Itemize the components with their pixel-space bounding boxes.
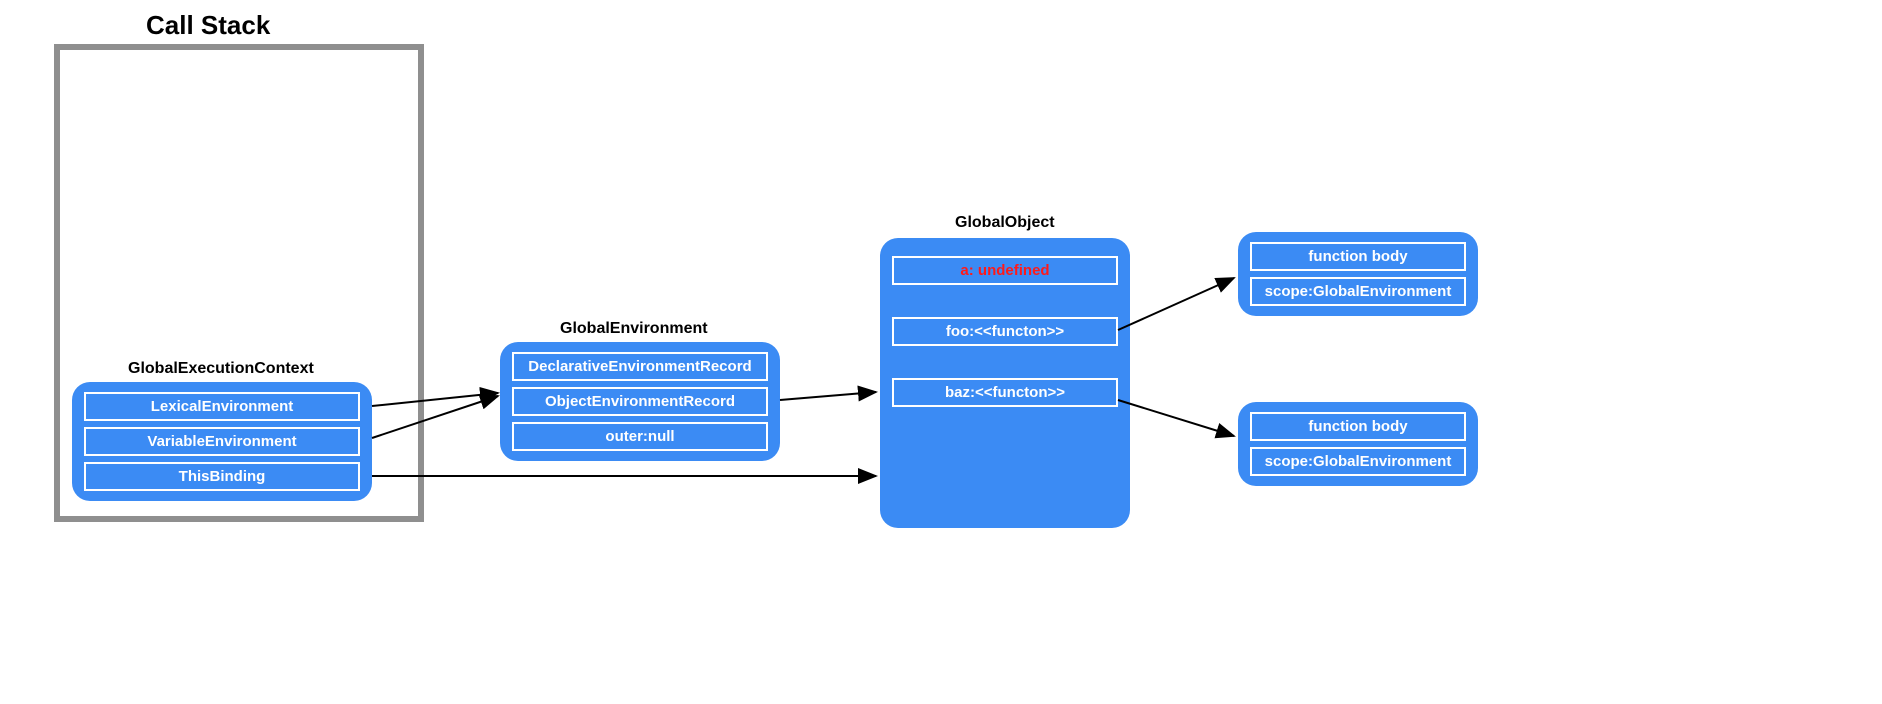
ge-der: DeclarativeEnvironmentRecord bbox=[512, 352, 768, 381]
fn2-body: function body bbox=[1250, 412, 1466, 441]
fn1-scope: scope:GlobalEnvironment bbox=[1250, 277, 1466, 306]
gec-lexical: LexicalEnvironment bbox=[84, 392, 360, 421]
gec-box: LexicalEnvironment VariableEnvironment T… bbox=[72, 382, 372, 501]
go-baz: baz:<<functon>> bbox=[892, 378, 1118, 407]
ge-heading: GlobalEnvironment bbox=[560, 320, 708, 338]
fn1-body: function body bbox=[1250, 242, 1466, 271]
ge-oer: ObjectEnvironmentRecord bbox=[512, 387, 768, 416]
fn1-box: function body scope:GlobalEnvironment bbox=[1238, 232, 1478, 316]
fn2-box: function body scope:GlobalEnvironment bbox=[1238, 402, 1478, 486]
diagram-canvas: Call Stack GlobalExecutionContext Lexica… bbox=[0, 0, 1882, 704]
gec-heading: GlobalExecutionContext bbox=[128, 360, 314, 378]
ge-outer: outer:null bbox=[512, 422, 768, 451]
gec-this: ThisBinding bbox=[84, 462, 360, 491]
ge-box: DeclarativeEnvironmentRecord ObjectEnvir… bbox=[500, 342, 780, 461]
go-a: a: undefined bbox=[892, 256, 1118, 285]
go-foo: foo:<<functon>> bbox=[892, 317, 1118, 346]
go-heading: GlobalObject bbox=[955, 214, 1055, 232]
fn2-scope: scope:GlobalEnvironment bbox=[1250, 447, 1466, 476]
call-stack-title: Call Stack bbox=[146, 10, 270, 41]
gec-variable: VariableEnvironment bbox=[84, 427, 360, 456]
go-box: a: undefined foo:<<functon>> baz:<<funct… bbox=[880, 238, 1130, 528]
